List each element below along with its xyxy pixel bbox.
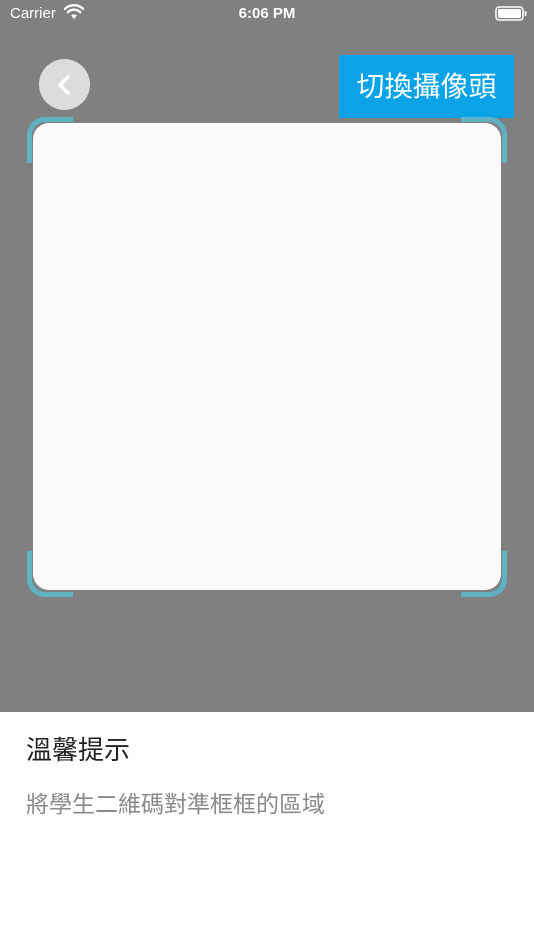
status-time: 6:06 PM bbox=[238, 5, 296, 22]
switch-camera-button[interactable]: 切換攝像頭 bbox=[339, 55, 514, 118]
camera-preview: Carrier 6:06 PM 切換攝像頭 bbox=[0, 0, 534, 712]
tips-panel: 溫馨提示 將學生二維碼對準框框的區域 bbox=[0, 712, 534, 950]
battery-icon bbox=[495, 6, 527, 21]
chevron-left-icon bbox=[57, 74, 70, 95]
qr-scan-window bbox=[33, 123, 501, 590]
tips-message: 將學生二維碼對準框框的區域 bbox=[26, 792, 325, 818]
back-button[interactable] bbox=[39, 59, 90, 110]
status-bar: Carrier 6:06 PM bbox=[0, 0, 534, 28]
tips-title: 溫馨提示 bbox=[26, 736, 131, 766]
